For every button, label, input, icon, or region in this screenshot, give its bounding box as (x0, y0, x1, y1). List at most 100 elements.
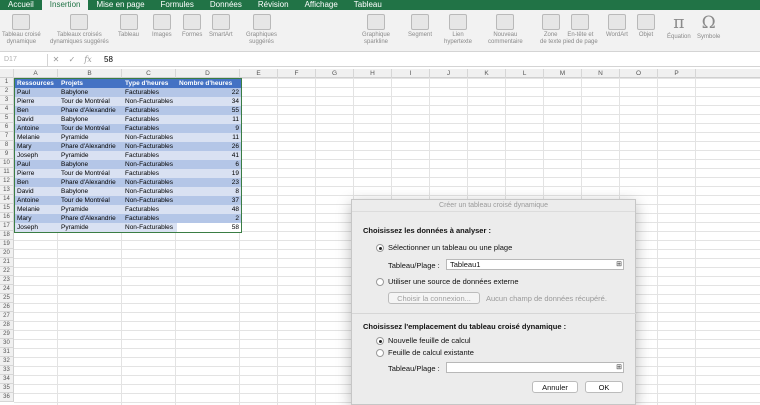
tab-5[interactable]: Révision (250, 0, 297, 10)
row-header[interactable]: 15 (0, 204, 14, 213)
table-cell[interactable]: Phare d'Alexandrie (59, 214, 123, 223)
row-header[interactable]: 12 (0, 177, 14, 186)
row-header[interactable]: 19 (0, 240, 14, 249)
column-header[interactable]: E (240, 69, 278, 78)
row-header[interactable]: 18 (0, 231, 14, 240)
table-header-cell[interactable]: Nombre d'heures (177, 79, 241, 88)
ribbon-button-12[interactable]: En-tête et pied de page (563, 14, 598, 46)
table-cell[interactable]: Ben (15, 106, 59, 115)
row-header[interactable]: 13 (0, 186, 14, 195)
ribbon-button-6[interactable]: Graphiques suggérés (246, 14, 277, 46)
ribbon-button-3[interactable]: Images (152, 14, 172, 39)
table-cell[interactable]: 23 (177, 178, 241, 187)
name-box[interactable]: D17 (0, 53, 48, 66)
option-existing-sheet[interactable]: Feuille de calcul existante (376, 348, 474, 357)
table-cell[interactable]: Facturables (123, 169, 177, 178)
column-header[interactable]: N (582, 69, 620, 78)
column-header[interactable]: D (176, 69, 240, 78)
range-input[interactable]: Tableau1 (446, 259, 624, 270)
row-header[interactable]: 5 (0, 114, 14, 123)
table-cell[interactable]: Phare d'Alexandrie (59, 106, 123, 115)
tab-3[interactable]: Formules (153, 0, 202, 10)
radio-unchecked-icon[interactable] (376, 348, 384, 357)
row-header[interactable]: 3 (0, 96, 14, 105)
table-cell[interactable]: 26 (177, 142, 241, 151)
option-select-range[interactable]: Sélectionner un tableau ou une plage (376, 243, 512, 252)
tab-2[interactable]: Mise en page (88, 0, 152, 10)
table-cell[interactable]: Joseph (15, 223, 59, 232)
select-all-corner[interactable] (0, 69, 14, 78)
ribbon-button-4[interactable]: Formes (182, 14, 202, 39)
table-header-cell[interactable]: Projets (59, 79, 123, 88)
table-cell[interactable]: Non-Facturables (123, 223, 177, 232)
table-cell[interactable]: 19 (177, 169, 241, 178)
tab-7[interactable]: Tableau (346, 0, 390, 10)
table-cell[interactable]: Non-Facturables (123, 142, 177, 151)
table-cell[interactable]: Facturables (123, 88, 177, 97)
table-cell[interactable]: Pyramide (59, 133, 123, 142)
row-header[interactable]: 36 (0, 393, 14, 402)
table-cell[interactable]: Facturables (123, 205, 177, 214)
table-cell[interactable]: 22 (177, 88, 241, 97)
table-cell[interactable]: Tour de Montréal (59, 124, 123, 133)
table-cell[interactable]: Antoine (15, 196, 59, 205)
column-header[interactable]: L (506, 69, 544, 78)
table-cell[interactable]: Pierre (15, 169, 59, 178)
table-cell[interactable]: 37 (177, 196, 241, 205)
table-cell[interactable]: Tour de Montréal (59, 169, 123, 178)
row-header[interactable]: 10 (0, 159, 14, 168)
row-header[interactable]: 25 (0, 294, 14, 303)
ribbon-button-14[interactable]: Objet (637, 14, 655, 39)
row-header[interactable]: 11 (0, 168, 14, 177)
table-cell[interactable]: Paul (15, 88, 59, 97)
confirm-formula-icon[interactable]: ✓ (64, 55, 80, 64)
table-cell[interactable]: 41 (177, 151, 241, 160)
formula-input[interactable]: 58 (104, 55, 113, 64)
ribbon-button-0[interactable]: Tableau croisé dynamique (2, 14, 41, 46)
tab-6[interactable]: Affichage (297, 0, 346, 10)
ribbon-button-11[interactable]: Zone de texte (540, 14, 561, 46)
column-header[interactable]: J (430, 69, 468, 78)
ok-button[interactable]: OK (585, 381, 623, 393)
table-cell[interactable]: 6 (177, 160, 241, 169)
row-header[interactable]: 26 (0, 303, 14, 312)
tab-0[interactable]: Accueil (0, 0, 42, 10)
table-cell[interactable]: Mary (15, 142, 59, 151)
ribbon-button-7[interactable]: Graphique sparkline (362, 14, 390, 46)
table-cell[interactable]: Facturables (123, 115, 177, 124)
column-header[interactable]: G (316, 69, 354, 78)
column-header[interactable]: H (354, 69, 392, 78)
table-header-cell[interactable]: Type d'heures (123, 79, 177, 88)
table-cell[interactable]: 2 (177, 214, 241, 223)
column-header[interactable]: C (122, 69, 176, 78)
column-header[interactable]: O (620, 69, 658, 78)
table-cell[interactable]: Non-Facturables (123, 97, 177, 106)
column-header[interactable]: A (14, 69, 58, 78)
row-header[interactable]: 14 (0, 195, 14, 204)
tab-4[interactable]: Données (202, 0, 250, 10)
table-cell[interactable]: Facturables (123, 124, 177, 133)
table-cell[interactable]: 11 (177, 115, 241, 124)
table-cell[interactable]: Pyramide (59, 151, 123, 160)
row-header[interactable]: 7 (0, 132, 14, 141)
table-cell[interactable]: Facturables (123, 106, 177, 115)
data-table[interactable]: Ressources Projets Type d'heures Nombre d'h… (14, 78, 242, 233)
row-header[interactable]: 1 (0, 78, 14, 87)
table-cell[interactable]: 55 (177, 106, 241, 115)
range-picker-icon[interactable]: ⊞ (614, 260, 624, 269)
table-cell[interactable]: 48 (177, 205, 241, 214)
ribbon-button-1[interactable]: Tableaux croisés dynamiques suggérés (50, 14, 109, 46)
table-cell[interactable]: 34 (177, 97, 241, 106)
column-header[interactable]: I (392, 69, 430, 78)
row-header[interactable]: 17 (0, 222, 14, 231)
radio-checked-icon[interactable] (376, 243, 384, 252)
table-cell[interactable]: 8 (177, 187, 241, 196)
table-cell[interactable]: Pyramide (59, 223, 123, 232)
table-cell[interactable]: Phare d'Alexandrie (59, 142, 123, 151)
table-cell[interactable]: Tour de Montréal (59, 196, 123, 205)
row-header[interactable]: 27 (0, 312, 14, 321)
table-cell[interactable]: Non-Facturables (123, 160, 177, 169)
table-cell[interactable]: Non-Facturables (123, 187, 177, 196)
row-header[interactable]: 29 (0, 330, 14, 339)
radio-checked-icon[interactable] (376, 336, 384, 345)
